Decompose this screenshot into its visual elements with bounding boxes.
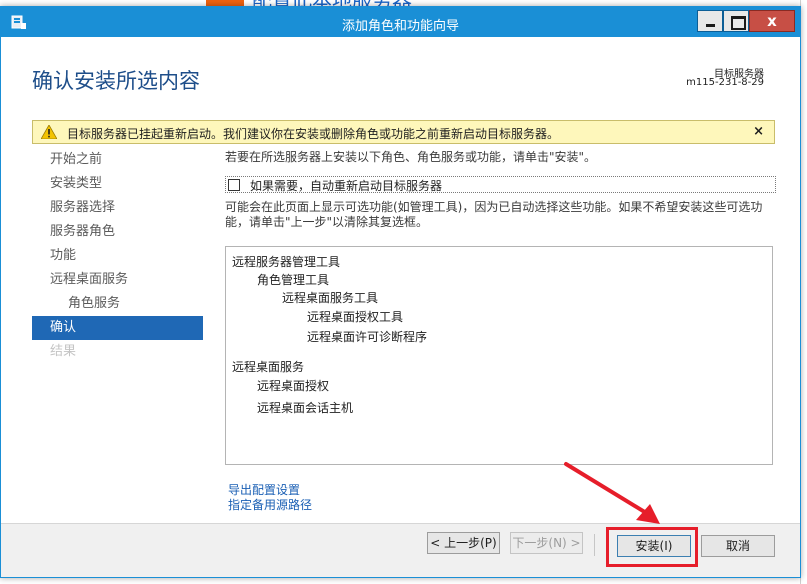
nav-item-features[interactable]: 功能 [32, 244, 203, 268]
cancel-button[interactable]: 取消 [701, 535, 775, 557]
feature-item: 角色管理工具 [257, 273, 330, 287]
feature-item: 远程桌面授权 [257, 379, 330, 393]
restart-checkbox[interactable] [228, 179, 240, 191]
close-button[interactable]: x [749, 10, 795, 32]
wizard-window: 添加角色和功能向导 x 确认安装所选内容 目标服务器 m115-231-8-29… [0, 6, 801, 578]
nav-item-before-you-begin[interactable]: 开始之前 [32, 148, 203, 172]
close-icon: x [767, 12, 777, 30]
previous-button[interactable]: < 上一步(P) [427, 532, 500, 554]
page-title: 确认安装所选内容 [32, 69, 200, 93]
destination-server-value: m115-231-8-29 [686, 77, 764, 88]
restart-checkbox-label[interactable]: 如果需要，自动重新启动目标服务器 [250, 177, 442, 194]
nav-item-results: 结果 [50, 344, 77, 359]
feature-item: 远程桌面服务 [232, 360, 305, 374]
warning-text: 目标服务器已挂起重新启动。我们建议你在安装或删除角色或功能之前重新启动目标服务器… [67, 127, 560, 141]
window-title: 添加角色和功能向导 [341, 19, 459, 34]
selected-features-list[interactable]: 远程服务器管理工具 角色管理工具 远程桌面服务工具 远程桌面授权工具 远程桌面许… [225, 246, 773, 465]
nav-item-installation-type[interactable]: 安装类型 [32, 172, 203, 196]
feature-item: 远程桌面许可诊断程序 [307, 330, 428, 344]
wizard-navigation: 开始之前 安装类型 服务器选择 服务器角色 功能 远程桌面服务 角色服务 确认 … [32, 148, 203, 364]
nav-item-server-roles[interactable]: 服务器角色 [32, 220, 203, 244]
annotation-arrow-icon [564, 462, 660, 524]
restart-warning-bar: 目标服务器已挂起重新启动。我们建议你在安装或删除角色或功能之前重新启动目标服务器… [32, 120, 775, 144]
button-separator [594, 534, 595, 556]
restart-option[interactable]: 如果需要，自动重新启动目标服务器 [225, 176, 776, 193]
feature-item: 远程服务器管理工具 [232, 255, 341, 269]
optional-features-info: 可能会在此页面上显示可选功能(如管理工具)，因为已自动选择这些功能。如果不希望安… [225, 200, 763, 229]
minimize-button[interactable] [697, 10, 723, 32]
nav-item-confirmation[interactable]: 确认 [32, 316, 203, 340]
annotation-highlight-box [606, 527, 698, 567]
background-edge [800, 0, 807, 584]
next-button: 下一步(N) > [510, 532, 583, 554]
nav-item-role-services[interactable]: 角色服务 [32, 292, 203, 316]
dismiss-warning-icon[interactable]: × [753, 124, 764, 139]
confirmation-description: 若要在所选服务器上安装以下角色、角色服务或功能，请单击"安装"。 [225, 150, 597, 164]
feature-item: 远程桌面服务工具 [282, 291, 379, 305]
feature-item: 远程桌面授权工具 [307, 310, 404, 324]
feature-item: 远程桌面会话主机 [257, 401, 354, 415]
title-bar[interactable]: 添加角色和功能向导 x [1, 7, 800, 37]
alternate-source-link[interactable]: 指定备用源路径 [228, 496, 312, 513]
nav-item-remote-desktop-services[interactable]: 远程桌面服务 [32, 268, 203, 292]
nav-item-server-selection[interactable]: 服务器选择 [32, 196, 203, 220]
warning-icon [41, 125, 57, 139]
maximize-button[interactable] [723, 10, 749, 32]
